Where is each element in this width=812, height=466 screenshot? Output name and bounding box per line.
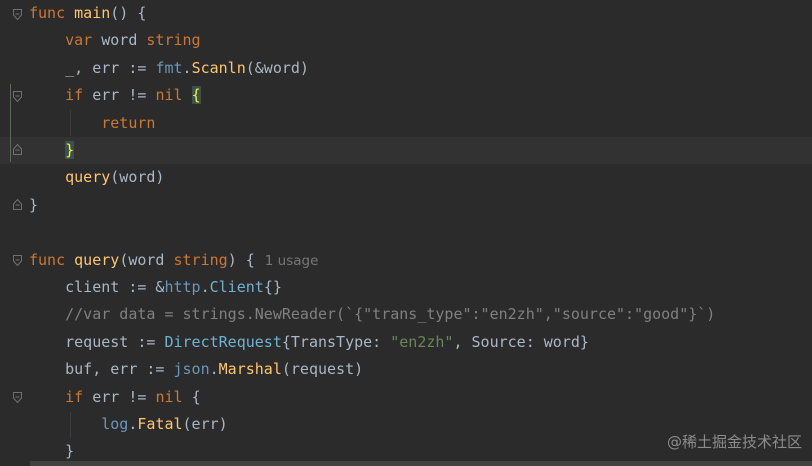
code-line-text: func main() { — [29, 0, 146, 27]
code-line[interactable]: return — [0, 110, 812, 137]
code-line[interactable]: client := &http.Client{} — [0, 274, 812, 301]
code-token: } — [29, 442, 75, 461]
code-token: err != — [92, 86, 156, 105]
code-token: ) { — [227, 250, 255, 269]
code-token: (err) — [182, 415, 228, 433]
code-line-text: log.Fatal(err) — [29, 411, 228, 438]
indent-guide — [70, 412, 71, 438]
code-line-text: client := &http.Client{} — [29, 274, 282, 301]
code-line-text: } — [29, 192, 38, 219]
code-line[interactable]: } — [0, 192, 812, 219]
code-token: string — [146, 31, 201, 50]
code-token: var — [65, 31, 102, 50]
code-line[interactable]: buf, err := json.Marshal(request) — [0, 356, 812, 383]
code-line-text: _, err := fmt.Scanln(&word) — [29, 55, 309, 82]
code-line[interactable]: query(word) — [0, 164, 812, 191]
code-line[interactable]: request := DirectRequest{TransType: "en2… — [0, 329, 812, 356]
code-token: . — [209, 360, 219, 379]
code-token: { — [191, 387, 201, 406]
code-token: (request) — [281, 360, 364, 379]
code-line-text: if err != nil { — [29, 82, 201, 109]
code-token: query — [74, 250, 120, 269]
code-token: buf, err := — [29, 360, 174, 379]
code-line-text: func query(word string) { 1 usage — [29, 247, 318, 275]
code-token: {TransType: — [281, 332, 391, 351]
code-token: Client — [209, 278, 264, 296]
fold-open-icon[interactable] — [13, 9, 22, 20]
indent-guide — [70, 110, 71, 136]
code-line[interactable]: if err != nil { — [0, 82, 812, 109]
code-token: Marshal — [218, 360, 282, 379]
fold-close-icon[interactable] — [13, 144, 22, 155]
horizontal-scrollbar[interactable] — [30, 461, 812, 466]
code-token: //var data = strings.NewReader(`{"trans_… — [29, 305, 716, 324]
code-token: nil — [155, 387, 192, 406]
code-token: json — [173, 360, 210, 379]
code-token: fmt — [155, 58, 183, 77]
code-token: func — [29, 250, 75, 269]
code-token: word — [101, 31, 147, 50]
watermark: @稀土掘金技术社区 — [666, 433, 802, 451]
code-token: } — [29, 195, 39, 214]
fold-open-icon[interactable] — [13, 255, 22, 266]
code-line[interactable]: if err != nil { — [0, 384, 812, 411]
code-token: http — [164, 278, 201, 296]
code-editor[interactable]: func main() { var word string _, err := … — [0, 0, 812, 466]
code-line-text: query(word) — [29, 164, 164, 191]
fold-open-icon[interactable] — [13, 91, 22, 102]
usage-inlay-hint[interactable]: 1 usage — [265, 253, 319, 269]
code-line[interactable]: func query(word string) { 1 usage — [0, 247, 812, 274]
code-token: {} — [263, 278, 282, 296]
code-line-text: } — [29, 137, 75, 164]
code-token: , Source: word} — [453, 332, 589, 351]
code-token: (word) — [110, 168, 165, 187]
code-token: . — [182, 58, 192, 77]
code-line[interactable]: //var data = strings.NewReader(`{"trans_… — [0, 301, 812, 328]
fold-open-icon[interactable] — [13, 392, 22, 403]
code-line-text: return — [29, 110, 155, 137]
code-token: client := & — [29, 278, 165, 296]
code-line[interactable]: func main() { — [0, 0, 812, 27]
code-token: nil — [155, 86, 192, 105]
code-token: (&word) — [245, 58, 309, 77]
code-token: request := — [29, 332, 165, 351]
code-token: DirectRequest — [164, 332, 282, 351]
code-token: () { — [110, 4, 147, 22]
code-line[interactable]: _, err := fmt.Scanln(&word) — [0, 55, 812, 82]
code-token: _, err := — [29, 58, 156, 77]
code-token: } — [65, 141, 75, 159]
code-token: string — [173, 250, 228, 269]
code-token: query — [65, 168, 111, 187]
code-token: . — [200, 278, 210, 296]
code-line-text: var word string — [29, 27, 201, 54]
code-line[interactable] — [0, 219, 812, 246]
fold-close-icon[interactable] — [13, 199, 22, 210]
code-token: main — [74, 4, 111, 22]
code-token: if — [65, 387, 93, 406]
code-token: return — [101, 113, 156, 132]
code-token: { — [191, 86, 201, 105]
vcs-change-marker — [10, 84, 11, 162]
code-line-text: buf, err := json.Marshal(request) — [29, 356, 363, 383]
code-token: if — [65, 86, 93, 105]
code-line-text: request := DirectRequest{TransType: "en2… — [29, 329, 589, 356]
code-token: err != — [92, 387, 156, 406]
code-token: Scanln — [191, 58, 246, 77]
code-token: Fatal — [137, 415, 183, 433]
code-line-text: if err != nil { — [29, 384, 201, 411]
code-token: (word — [119, 250, 174, 269]
code-token: "en2zh" — [390, 332, 454, 351]
code-line[interactable]: } — [0, 137, 812, 165]
code-line-text: //var data = strings.NewReader(`{"trans_… — [29, 301, 715, 328]
code-token: log — [101, 415, 129, 433]
code-token: func — [29, 4, 75, 22]
code-line[interactable]: var word string — [0, 27, 812, 54]
